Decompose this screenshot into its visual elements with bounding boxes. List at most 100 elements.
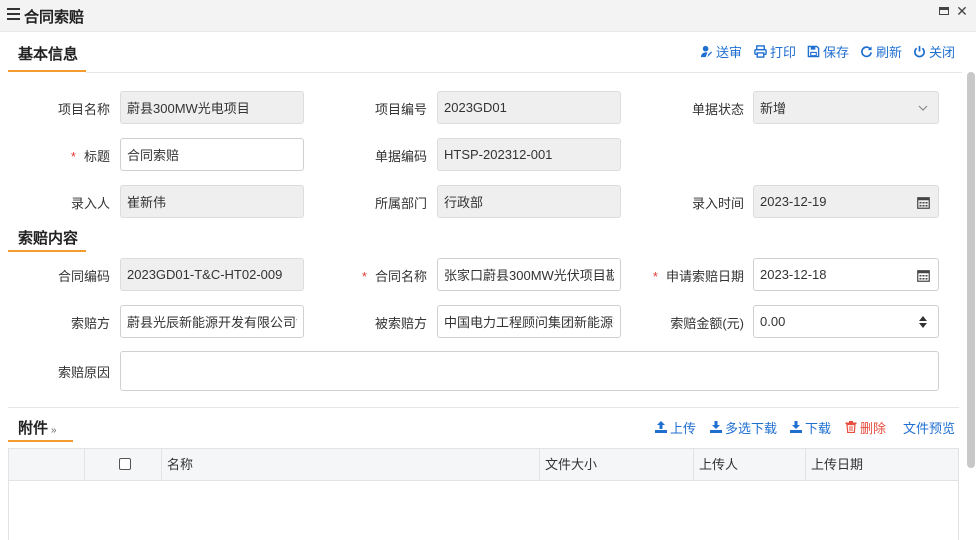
contract-name-label: * 合同名称 — [345, 266, 427, 285]
power-icon — [914, 45, 925, 57]
print-button[interactable]: 打印 — [754, 42, 796, 60]
delete-label: 删除 — [860, 420, 887, 436]
contract-name-label-text: 合同名称 — [374, 269, 427, 284]
claimant-value: 蔚县光辰新能源开发有限公司** — [127, 315, 297, 330]
entry-time-field: 2023-12-19 — [753, 185, 939, 218]
column-header-uploader[interactable]: 上传人 — [694, 449, 806, 480]
project-name-value: 蔚县300MW光电项目 — [127, 101, 250, 116]
project-no-label: 项目编号 — [374, 102, 427, 117]
column-header-size[interactable]: 文件大小 — [540, 449, 694, 480]
claim-date-label-text: 申请索赔日期 — [665, 269, 744, 284]
multi-download-button[interactable]: 多选下载 — [710, 418, 777, 436]
entered-by-field: 崔新伟 — [120, 185, 304, 218]
window-title: 合同索赔 — [24, 9, 85, 26]
section-title-basic: 基本信息 — [18, 46, 79, 63]
amount-stepper[interactable]: 0.00 — [753, 305, 939, 338]
vertical-scrollbar[interactable] — [967, 72, 975, 468]
download-icon — [710, 421, 722, 433]
section-underline — [8, 70, 86, 72]
upload-button[interactable]: 上传 — [655, 418, 696, 436]
title-input[interactable]: 合同索赔 — [120, 138, 304, 171]
delete-button[interactable]: 删除 — [845, 418, 886, 436]
contract-code-label: 合同编码 — [57, 269, 110, 284]
close-label: 关闭 — [929, 44, 956, 60]
refresh-label: 刷新 — [876, 44, 903, 60]
project-no-value: 2023GD01 — [444, 100, 507, 115]
select-all-checkbox[interactable] — [119, 458, 131, 470]
entry-time-value: 2023-12-19 — [760, 194, 827, 209]
save-icon — [807, 45, 820, 57]
claimant-input[interactable]: 蔚县光辰新能源开发有限公司** — [120, 305, 304, 338]
download-label: 下载 — [805, 420, 832, 436]
save-label: 保存 — [823, 44, 850, 60]
window-titlebar: 合同索赔 ✕ — [0, 0, 976, 32]
claimant-label: 索赔方 — [70, 316, 110, 331]
column-header-date[interactable]: 上传日期 — [806, 449, 958, 480]
entry-time-label: 录入时间 — [691, 196, 744, 211]
divider — [8, 407, 959, 408]
respondent-input[interactable]: 中国电力工程顾问集团新能源有限 — [437, 305, 621, 338]
doc-status-value: 新增 — [760, 101, 787, 116]
attachments-table: 名称 文件大小 上传人 上传日期 — [8, 448, 959, 540]
title-label: * 标题 — [30, 146, 110, 165]
project-name-label: 项目名称 — [57, 102, 110, 117]
upload-label: 上传 — [670, 420, 697, 436]
hamburger-icon[interactable] — [7, 8, 20, 21]
submit-button[interactable]: 送审 — [700, 42, 742, 60]
claim-date-label: * 申请索赔日期 — [640, 266, 744, 285]
download-button[interactable]: 下载 — [790, 418, 831, 436]
chevron-down-icon — [916, 100, 930, 116]
department-field: 行政部 — [437, 185, 621, 218]
maximize-icon[interactable] — [936, 3, 952, 19]
doc-status-select[interactable]: 新增 — [753, 91, 939, 124]
contract-name-input[interactable]: 张家口蔚县300MW光伏项目勘察 — [437, 258, 621, 291]
print-label: 打印 — [770, 44, 797, 60]
required-mark: * — [652, 269, 658, 284]
spinner-icon[interactable] — [916, 314, 930, 330]
close-button[interactable]: 关闭 — [913, 42, 955, 60]
amount-label: 索赔金额(元) — [670, 316, 744, 331]
contract-name-value: 张家口蔚县300MW光伏项目勘察 — [444, 268, 614, 283]
doc-code-field: HTSP-202312-001 — [437, 138, 621, 171]
required-mark: * — [361, 269, 367, 284]
refresh-icon — [861, 45, 872, 57]
preview-button[interactable]: 文件预览 — [903, 418, 955, 436]
amount-value: 0.00 — [760, 314, 786, 329]
required-mark: * — [70, 149, 76, 164]
calendar-icon[interactable] — [916, 267, 930, 283]
respondent-value: 中国电力工程顾问集团新能源有限 — [444, 315, 614, 330]
chevron-double-down-icon: » — [51, 425, 57, 436]
divider — [86, 72, 962, 73]
upload-icon — [655, 421, 667, 433]
respondent-label: 被索赔方 — [374, 316, 427, 331]
doc-status-label: 单据状态 — [691, 102, 744, 117]
doc-code-value: HTSP-202312-001 — [444, 147, 553, 162]
column-header-name[interactable]: 名称 — [162, 449, 540, 480]
department-label: 所属部门 — [374, 196, 427, 211]
section-underline — [8, 250, 86, 252]
print-icon — [754, 44, 767, 58]
title-value: 合同索赔 — [127, 148, 180, 163]
attachments-title-text: 附件 — [18, 420, 49, 437]
section-title-claim: 索赔内容 — [18, 230, 79, 247]
refresh-button[interactable]: 刷新 — [860, 42, 902, 60]
doc-code-label: 单据编码 — [374, 149, 427, 164]
reason-textarea[interactable] — [120, 351, 939, 391]
submit-label: 送审 — [716, 44, 743, 60]
row-number-header — [9, 449, 85, 480]
calendar-icon — [916, 194, 930, 210]
contract-code-value: 2023GD01-T&C-HT02-009 — [127, 267, 283, 282]
close-window-icon[interactable]: ✕ — [954, 3, 970, 19]
download-icon — [790, 421, 802, 433]
contract-code-field: 2023GD01-T&C-HT02-009 — [120, 258, 304, 291]
user-send-icon — [700, 45, 713, 57]
multi-download-label: 多选下载 — [725, 420, 778, 436]
entered-by-value: 崔新伟 — [127, 195, 167, 210]
reason-label: 索赔原因 — [57, 365, 110, 380]
save-button[interactable]: 保存 — [807, 42, 849, 60]
claim-date-picker[interactable]: 2023-12-18 — [753, 258, 939, 291]
project-no-field: 2023GD01 — [437, 91, 621, 124]
department-value: 行政部 — [444, 195, 484, 210]
section-title-attachments[interactable]: 附件» — [18, 417, 57, 438]
preview-label: 文件预览 — [903, 420, 956, 436]
